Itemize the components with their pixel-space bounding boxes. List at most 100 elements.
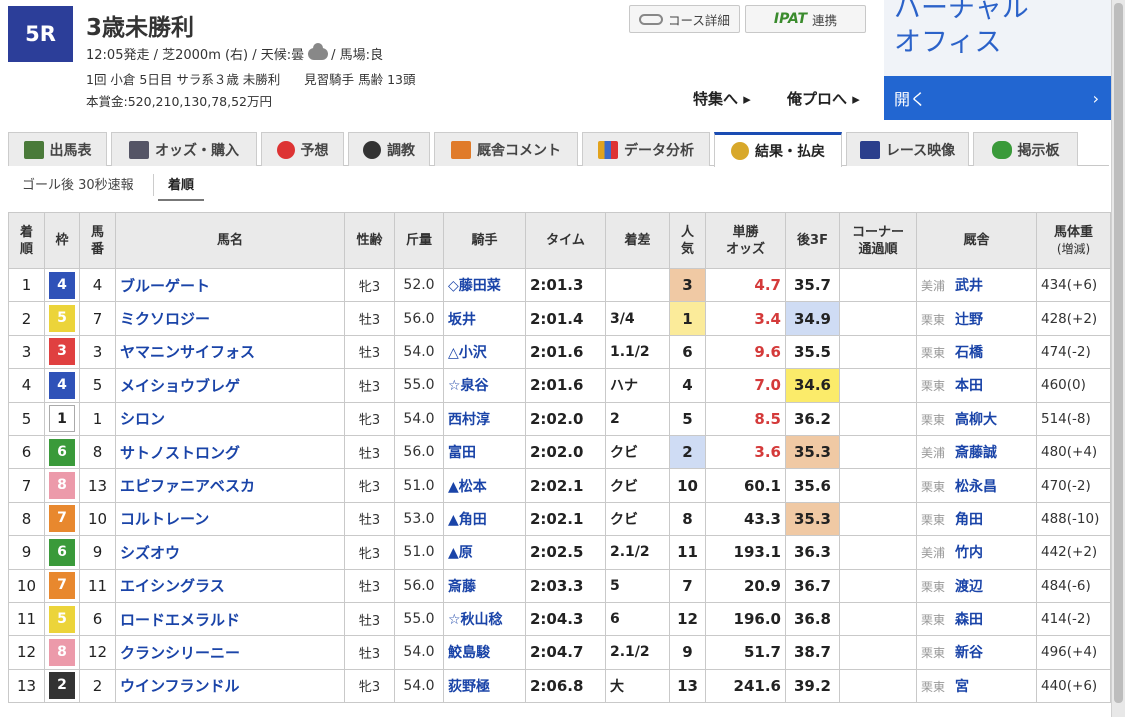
time-cell: 2:01.3 xyxy=(525,267,606,303)
margin-cell: 大 xyxy=(605,668,670,704)
trainer-link[interactable]: 新谷 xyxy=(955,645,983,661)
race-result-page: 5R 3歳未勝利 12:05発走 / 芝2000m (右) / 天候:曇 / 馬場… xyxy=(0,0,1125,717)
time-cell: 2:04.3 xyxy=(525,601,606,637)
sex-age-cell: 牝3 xyxy=(344,535,395,570)
trainer-link[interactable]: 角田 xyxy=(955,512,983,528)
horse-name-link[interactable]: コルトレーン xyxy=(115,501,345,537)
stable-area: 栗東 xyxy=(921,579,946,594)
tab-training[interactable]: 調教 xyxy=(348,132,430,166)
tab-stable-comment[interactable]: 厩舎コメント xyxy=(434,132,578,166)
trainer-link[interactable]: 本田 xyxy=(955,378,983,394)
rank-cell: 13 xyxy=(8,668,45,704)
popularity-cell: 12 xyxy=(669,601,706,637)
body-weight-cell: 496(+4) xyxy=(1036,635,1111,670)
jockey-link[interactable]: 斎藤 xyxy=(443,568,526,603)
waku-badge: 8 xyxy=(49,472,75,500)
virtual-office-open-button[interactable]: 開く › xyxy=(884,76,1111,120)
horse-name-link[interactable]: シズオウ xyxy=(115,535,345,570)
trainer-link[interactable]: 松永昌 xyxy=(955,479,997,495)
tab-result-payout[interactable]: 結果・払戻 xyxy=(714,132,842,167)
virtual-office-banner[interactable]: バーチャル オフィス 開く › xyxy=(884,0,1111,120)
stable-area: 美浦 xyxy=(921,279,946,294)
horse-name-link[interactable]: ウインフランドル xyxy=(115,668,345,704)
jockey-link[interactable]: 鮫島駿 xyxy=(443,635,526,670)
trainer-link[interactable]: 竹内 xyxy=(955,545,983,561)
jockey-link[interactable]: 西村淳 xyxy=(443,401,526,436)
odds-cell: 20.9 xyxy=(705,568,786,603)
prize-money: 本賞金:520,210,130,78,52万円 xyxy=(86,94,272,109)
ore-pro-link[interactable]: 俺プロへ ▸ xyxy=(787,88,860,109)
tab-prediction[interactable]: 予想 xyxy=(261,132,344,166)
ipat-link-button[interactable]: IPAT 連携 xyxy=(745,5,866,33)
jockey-link[interactable]: 富田 xyxy=(443,434,526,470)
vertical-scrollbar[interactable] xyxy=(1111,0,1125,717)
odds-cell: 241.6 xyxy=(705,668,786,704)
stable-area: 栗東 xyxy=(921,412,946,427)
race-condition-line: 12:05発走 / 芝2000m (右) / 天候:曇 / 馬場:良 xyxy=(86,43,383,63)
jockey-link[interactable]: 坂井 xyxy=(443,301,526,336)
horse-name-link[interactable]: ロードエメラルド xyxy=(115,601,345,637)
race-start-course-weather: 12:05発走 / 芝2000m (右) / 天候:曇 xyxy=(86,48,305,63)
horse-name-link[interactable]: ブルーゲート xyxy=(115,267,345,303)
subtab-finish-order[interactable]: 着順 xyxy=(158,174,205,201)
horse-name-link[interactable]: シロン xyxy=(115,401,345,436)
header-time: タイム xyxy=(525,212,606,269)
trainer-link[interactable]: 高柳大 xyxy=(955,412,997,428)
horse-name-link[interactable]: メイショウブレゲ xyxy=(115,368,345,403)
result-table-body: 1 4 4 ブルーゲート 牝3 52.0 ◇藤田菜 2:01.3 3 4.7 3… xyxy=(8,267,1111,704)
header-sex-age: 性齢 xyxy=(344,212,395,269)
jockey-link[interactable]: ☆秋山稔 xyxy=(443,601,526,637)
corner-order-cell xyxy=(839,601,917,637)
waku-badge: 1 xyxy=(49,405,75,433)
horse-name-link[interactable]: クランシリーニー xyxy=(115,635,345,670)
odds-cell: 4.7 xyxy=(705,267,786,303)
jockey-link[interactable]: ▲原 xyxy=(443,535,526,570)
table-row: 4 4 5 メイショウブレゲ 牡3 55.0 ☆泉谷 2:01.6 ハナ 4 7… xyxy=(8,368,1111,403)
waku-cell: 4 xyxy=(44,267,80,303)
horse-name-link[interactable]: ミクソロジー xyxy=(115,301,345,336)
jockey-link[interactable]: ☆泉谷 xyxy=(443,368,526,403)
tab-race-video[interactable]: レース映像 xyxy=(846,132,969,166)
horse-name-link[interactable]: ヤマニンサイフォス xyxy=(115,334,345,370)
trainer-link[interactable]: 森田 xyxy=(955,612,983,628)
header-horse-number: 馬番 xyxy=(79,212,116,269)
trainer-link[interactable]: 武井 xyxy=(955,278,983,294)
last-3f-cell: 35.6 xyxy=(785,468,840,503)
scrollbar-thumb[interactable] xyxy=(1114,3,1123,703)
horse-name-link[interactable]: サトノストロング xyxy=(115,434,345,470)
waku-cell: 5 xyxy=(44,301,80,336)
special-feature-link[interactable]: 特集へ ▸ xyxy=(693,88,751,109)
body-weight-cell: 470(-2) xyxy=(1036,468,1111,503)
trainer-link[interactable]: 辻野 xyxy=(955,312,983,328)
corner-order-cell xyxy=(839,267,917,303)
time-cell: 2:02.1 xyxy=(525,468,606,503)
horse-name-link[interactable]: エピファニアベスカ xyxy=(115,468,345,503)
weight-cell: 56.0 xyxy=(394,434,444,470)
stable-cell: 美浦 斎藤誠 xyxy=(916,434,1037,470)
trainer-link[interactable]: 渡辺 xyxy=(955,579,983,595)
weight-cell: 54.0 xyxy=(394,401,444,436)
tab-data-analysis[interactable]: データ分析 xyxy=(582,132,710,166)
rank-cell: 5 xyxy=(8,401,45,436)
jockey-link[interactable]: △小沢 xyxy=(443,334,526,370)
jockey-link[interactable]: 荻野極 xyxy=(443,668,526,704)
stable-cell: 栗東 松永昌 xyxy=(916,468,1037,503)
course-detail-button[interactable]: コース詳細 xyxy=(629,5,740,33)
trainer-link[interactable]: 宮 xyxy=(955,679,969,695)
trainer-link[interactable]: 斎藤誠 xyxy=(955,445,997,461)
tab-entry-table[interactable]: 出馬表 xyxy=(8,132,107,166)
rank-cell: 3 xyxy=(8,334,45,370)
jockey-link[interactable]: ▲角田 xyxy=(443,501,526,537)
tab-board[interactable]: 掲示板 xyxy=(973,132,1078,166)
waku-cell: 1 xyxy=(44,401,80,436)
stable-area: 栗東 xyxy=(921,479,946,494)
stable-area: 栗東 xyxy=(921,345,946,360)
jockey-link[interactable]: ▲松本 xyxy=(443,468,526,503)
rank-cell: 1 xyxy=(8,267,45,303)
tab-odds-purchase[interactable]: オッズ・購入 xyxy=(111,132,257,166)
horse-number-cell: 10 xyxy=(79,501,116,537)
trainer-link[interactable]: 石橋 xyxy=(955,345,983,361)
jockey-link[interactable]: ◇藤田菜 xyxy=(443,267,526,303)
subtab-quick-report[interactable]: ゴール後 30秒速報 xyxy=(22,174,134,193)
horse-name-link[interactable]: エイシングラス xyxy=(115,568,345,603)
